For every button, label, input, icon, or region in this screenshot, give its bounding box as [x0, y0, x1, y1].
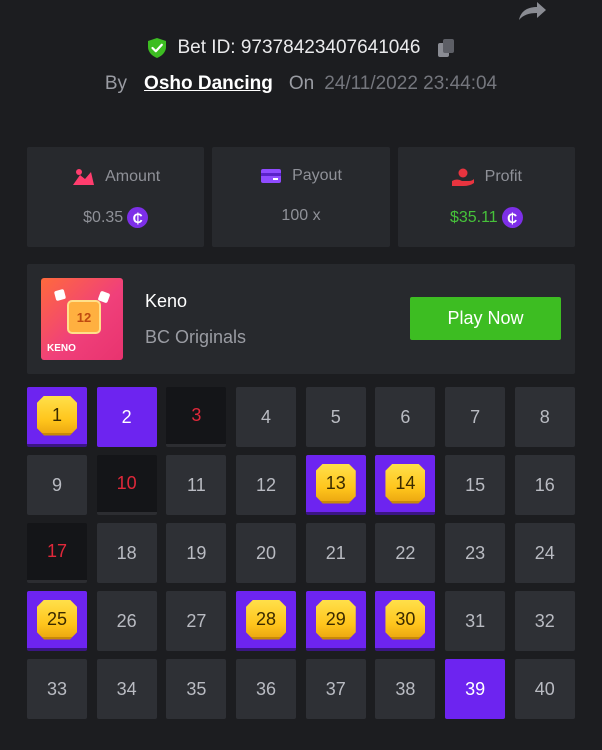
- amount-value: $0.35: [83, 208, 124, 226]
- amount-icon: [73, 169, 95, 185]
- by-label: By: [104, 73, 128, 94]
- gem-hit-icon: 25: [37, 599, 77, 640]
- keno-cell-40[interactable]: 40: [514, 659, 575, 719]
- game-provider: BC Originals: [145, 327, 247, 347]
- bet-id-label: Bet ID: 97378423407641046: [177, 37, 421, 58]
- keno-cell-5[interactable]: 5: [305, 387, 366, 447]
- keno-cell-39[interactable]: 39: [445, 659, 506, 719]
- dice-icon: [53, 288, 67, 302]
- payout-label: Payout: [292, 167, 342, 184]
- keno-cell-38[interactable]: 38: [375, 659, 436, 719]
- keno-cell-31[interactable]: 31: [445, 591, 506, 651]
- gem-hit-icon: 28: [246, 599, 287, 640]
- keno-cell-13[interactable]: 13: [305, 455, 366, 515]
- keno-cell-30[interactable]: 30: [375, 591, 436, 651]
- profit-card: Profit $35.11 ₵: [397, 147, 575, 247]
- keno-cell-1[interactable]: 1: [27, 387, 87, 447]
- profit-hand-icon: [451, 168, 474, 186]
- username-link[interactable]: Osho Dancing: [144, 73, 273, 95]
- keno-cell-17[interactable]: 17: [27, 523, 87, 583]
- keno-cell-7[interactable]: 7: [445, 387, 506, 447]
- bet-id-row: Bet ID: 97378423407641046: [0, 35, 602, 61]
- keno-cell-14[interactable]: 14: [375, 455, 436, 515]
- game-name: Keno: [145, 291, 188, 311]
- keno-cube-number: 12: [67, 300, 101, 334]
- gem-hit-icon: 13: [315, 463, 356, 504]
- keno-cell-4[interactable]: 4: [236, 387, 297, 447]
- share-icon[interactable]: [515, 0, 547, 22]
- keno-cell-8[interactable]: 8: [514, 387, 575, 447]
- keno-cell-24[interactable]: 24: [514, 523, 575, 583]
- keno-cell-21[interactable]: 21: [305, 523, 366, 583]
- keno-cell-26[interactable]: 26: [96, 591, 157, 651]
- keno-thumb-label: KENO: [47, 343, 76, 354]
- gem-hit-icon: 1: [37, 395, 77, 436]
- keno-cell-2[interactable]: 2: [96, 387, 157, 447]
- keno-cell-11[interactable]: 11: [166, 455, 227, 515]
- payout-card: Payout 100 x: [212, 147, 390, 247]
- play-now-button[interactable]: Play Now: [410, 297, 561, 340]
- bet-stats: Amount $0.35 ₵ Payout 100 x Profit $35.1…: [27, 147, 575, 247]
- keno-cell-36[interactable]: 36: [236, 659, 297, 719]
- keno-cell-19[interactable]: 19: [166, 523, 227, 583]
- copy-icon[interactable]: [435, 37, 457, 59]
- bet-datetime: 24/11/2022 23:44:04: [324, 73, 498, 94]
- profit-value: $35.11: [449, 208, 498, 226]
- keno-cell-15[interactable]: 15: [445, 455, 506, 515]
- gem-hit-icon: 30: [385, 599, 426, 640]
- keno-cell-25[interactable]: 25: [27, 591, 87, 651]
- game-card: 12 KENO Keno BC Originals Play Now: [27, 264, 575, 374]
- keno-cell-10[interactable]: 10: [96, 455, 157, 515]
- keno-cell-20[interactable]: 20: [236, 523, 297, 583]
- keno-cell-33[interactable]: 33: [27, 659, 87, 719]
- keno-cell-34[interactable]: 34: [96, 659, 157, 719]
- on-label: On: [288, 73, 315, 94]
- keno-cell-16[interactable]: 16: [514, 455, 575, 515]
- keno-thumbnail[interactable]: 12 KENO: [41, 278, 123, 360]
- keno-cell-3[interactable]: 3: [166, 387, 227, 447]
- bet-owner-row: By Osho Dancing On 24/11/2022 23:44:04: [0, 70, 602, 98]
- keno-board: 1 2 3 4 5 6 7 8 9 10 11 12 13 14 15 16 17 18 19 20 21 22 23 24 2…: [27, 387, 575, 719]
- keno-cell-9[interactable]: 9: [27, 455, 87, 515]
- keno-cell-23[interactable]: 23: [445, 523, 506, 583]
- keno-cell-29[interactable]: 29: [305, 591, 366, 651]
- keno-cell-6[interactable]: 6: [375, 387, 436, 447]
- payout-value: 100 x: [281, 207, 321, 224]
- gem-hit-icon: 14: [385, 463, 426, 504]
- amount-card: Amount $0.35 ₵: [27, 147, 205, 247]
- profit-label: Profit: [484, 168, 522, 185]
- coin-icon: ₵: [127, 207, 149, 228]
- payout-card-icon: [261, 169, 282, 183]
- coin-icon: ₵: [501, 207, 523, 228]
- keno-cell-37[interactable]: 37: [305, 659, 366, 719]
- keno-cell-18[interactable]: 18: [96, 523, 157, 583]
- keno-cell-32[interactable]: 32: [514, 591, 575, 651]
- keno-cell-28[interactable]: 28: [236, 591, 297, 651]
- amount-label: Amount: [105, 168, 161, 185]
- gem-hit-icon: 29: [315, 599, 356, 640]
- shield-check-icon: [147, 38, 166, 58]
- keno-cell-27[interactable]: 27: [166, 591, 227, 651]
- keno-cell-22[interactable]: 22: [375, 523, 436, 583]
- keno-cell-35[interactable]: 35: [166, 659, 227, 719]
- keno-cell-12[interactable]: 12: [236, 455, 297, 515]
